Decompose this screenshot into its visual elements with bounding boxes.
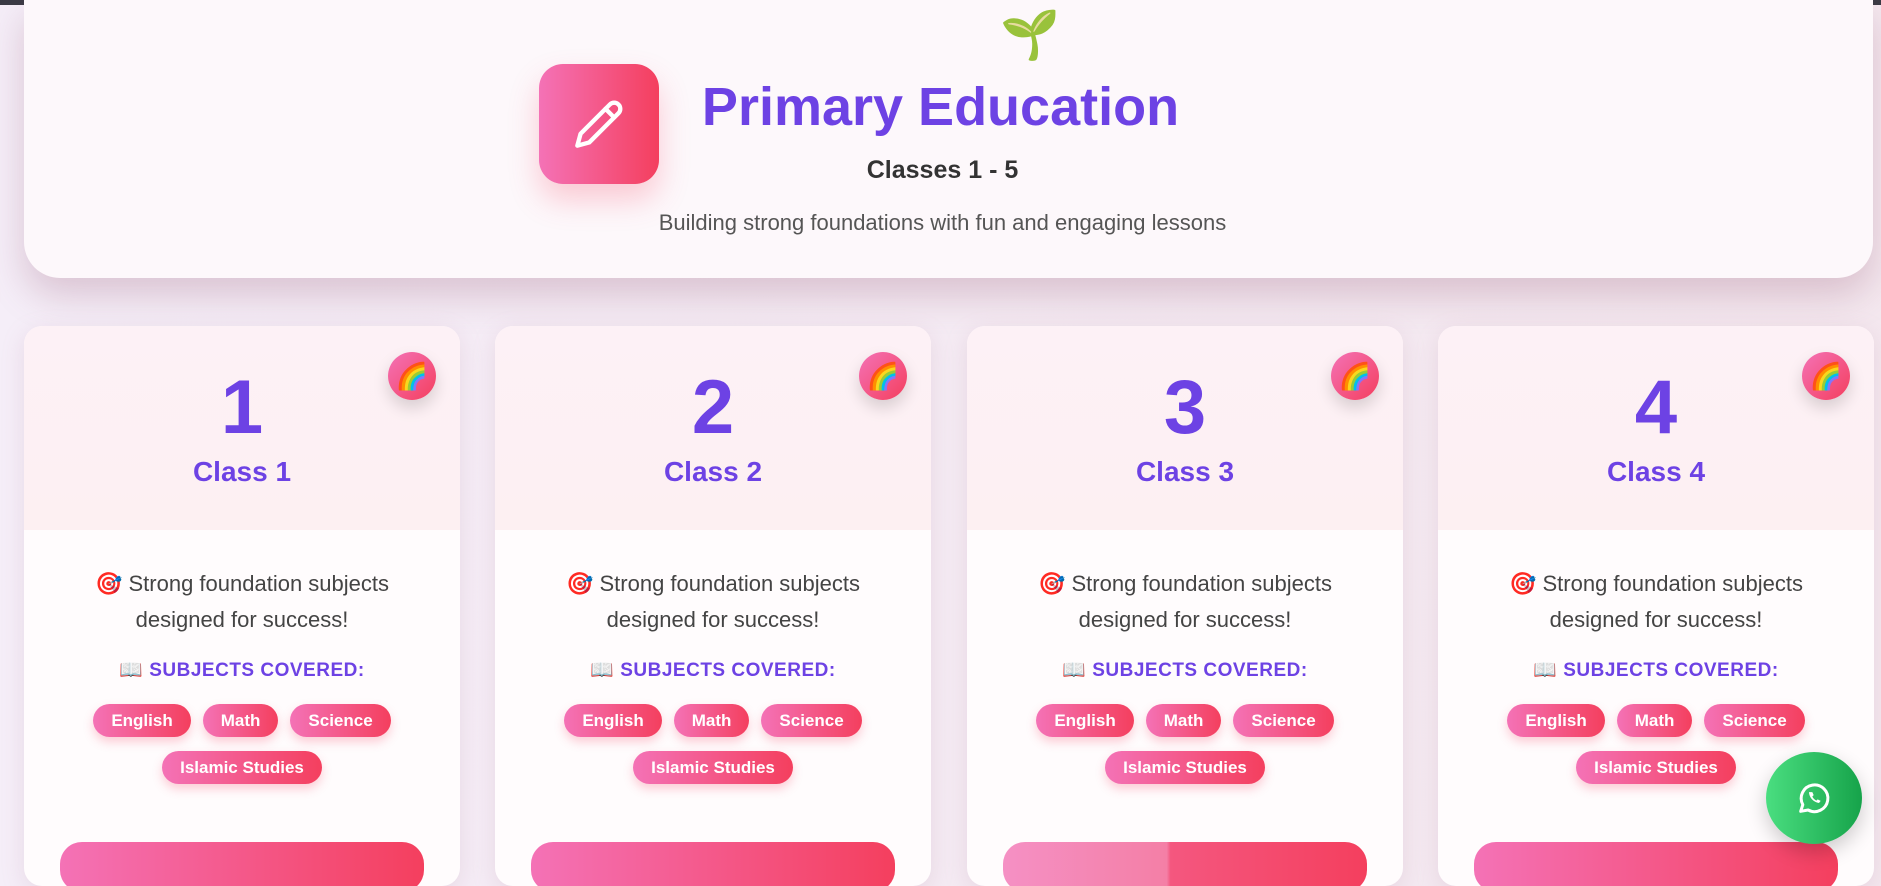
hero-subtitle: Building strong foundations with fun and…: [658, 210, 1227, 235]
subject-chip: Science: [290, 704, 391, 737]
class-action-button[interactable]: [531, 842, 895, 886]
subject-chip: English: [1507, 704, 1605, 737]
subjects-heading: 📖 SUBJECTS COVERED:: [590, 660, 836, 681]
class-action-button[interactable]: [1474, 842, 1838, 886]
classes-range: Classes 1 - 5: [866, 156, 1019, 184]
class-label: Class 4: [1606, 456, 1706, 487]
class-number: 3: [1163, 365, 1207, 450]
class-card-header: 🌈 4 Class 4: [1438, 326, 1874, 530]
class-card[interactable]: 🌈 1 Class 1 🎯 Strong foundation subjects…: [24, 326, 460, 886]
subject-chip: Science: [1233, 704, 1334, 737]
class-description: 🎯 Strong foundation subjects designed fo…: [1508, 571, 1803, 632]
class-number: 2: [691, 365, 735, 450]
whatsapp-icon: [1799, 783, 1830, 814]
subject-chip: Islamic Studies: [633, 751, 793, 784]
subjects-heading: 📖 SUBJECTS COVERED:: [1533, 660, 1779, 681]
class-label: Class 1: [192, 456, 292, 487]
class-card-header: 🌈 2 Class 2: [495, 326, 931, 530]
subject-chip: Math: [202, 704, 279, 737]
subjects-heading: 📖 SUBJECTS COVERED:: [1062, 660, 1308, 681]
class-card-header: 🌈 3 Class 3: [967, 326, 1403, 530]
class-description: 🎯 Strong foundation subjects designed fo…: [94, 571, 389, 632]
subject-chip: Math: [1145, 704, 1222, 737]
subject-chip: Science: [761, 704, 862, 737]
whatsapp-button[interactable]: [1766, 752, 1862, 844]
subject-list: English Math Science Islamic Studies: [1027, 704, 1343, 784]
subject-chip: Islamic Studies: [1105, 751, 1265, 784]
subject-chip: English: [1036, 704, 1134, 737]
class-card[interactable]: 🌈 3 Class 3 🎯 Strong foundation subjects…: [967, 326, 1403, 886]
subject-list: English Math Science Islamic Studies: [555, 704, 871, 784]
subject-list: English Math Science Islamic Studies: [84, 704, 400, 784]
class-description: 🎯 Strong foundation subjects designed fo…: [565, 571, 860, 632]
class-action-button[interactable]: [1003, 842, 1367, 886]
subject-chip: Islamic Studies: [1576, 751, 1736, 784]
class-card[interactable]: 🌈 2 Class 2 🎯 Strong foundation subjects…: [495, 326, 931, 886]
subject-chip: Math: [1616, 704, 1693, 737]
class-number: 4: [1634, 365, 1678, 450]
class-label: Class 3: [1135, 456, 1235, 487]
sprout-icon: 🌱: [1000, 9, 1060, 62]
subject-chip: English: [93, 704, 191, 737]
class-description: 🎯 Strong foundation subjects designed fo…: [1037, 571, 1332, 632]
hero-section: 🌱 Primary Education Classes 1 - 5 Buildi…: [24, 0, 1873, 278]
class-label: Class 2: [663, 456, 763, 487]
class-number: 1: [220, 365, 264, 450]
subject-chip: English: [564, 704, 662, 737]
subjects-heading: 📖 SUBJECTS COVERED:: [119, 660, 365, 681]
class-card-header: 🌈 1 Class 1: [24, 326, 460, 530]
class-action-button[interactable]: [60, 842, 424, 886]
subject-chip: Math: [673, 704, 750, 737]
subject-chip: Islamic Studies: [162, 751, 322, 784]
page-title: Primary Education: [701, 77, 1180, 137]
subject-list: English Math Science Islamic Studies: [1498, 704, 1814, 784]
subject-chip: Science: [1704, 704, 1805, 737]
